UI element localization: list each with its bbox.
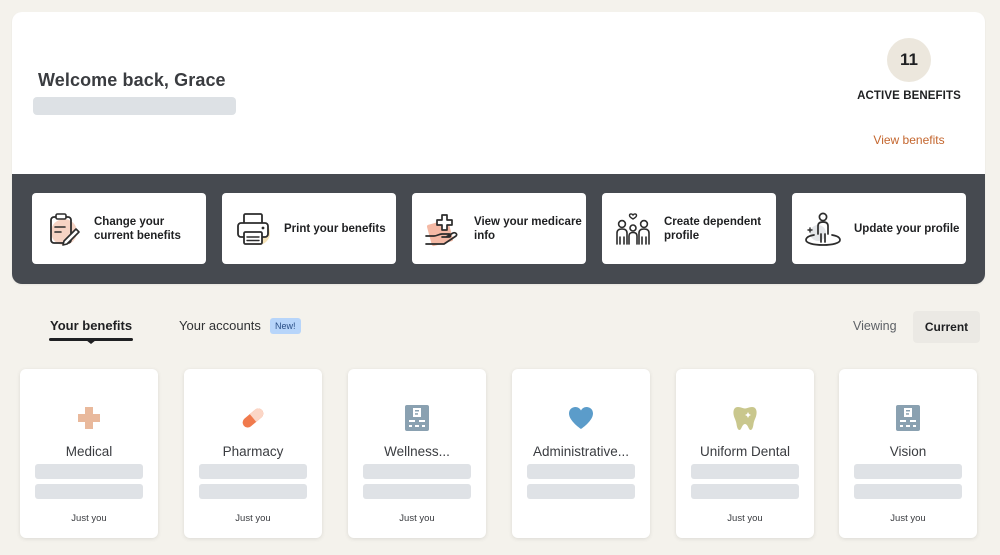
current-filter-button[interactable]: Current [913, 311, 980, 343]
pill-icon [242, 408, 264, 428]
benefit-skeleton-line [854, 464, 962, 479]
active-benefits-label: ACTIVE BENEFITS [857, 90, 961, 102]
benefit-skeleton-line [35, 464, 143, 479]
benefit-title: Wellness... [384, 444, 450, 459]
action-label: View your medicare info [474, 215, 582, 242]
benefit-coverage: Just you [235, 513, 271, 524]
benefit-coverage: Just you [399, 513, 435, 524]
benefit-skeleton-line [199, 464, 307, 479]
tab-your-benefits[interactable]: Your benefits [50, 318, 132, 333]
benefit-coverage: Just you [71, 513, 107, 524]
printer-icon [237, 212, 270, 245]
benefit-skeleton-line [854, 484, 962, 499]
benefit-skeleton-line [527, 464, 635, 479]
benefit-card-uniform-dental[interactable]: Uniform Dental Just you [676, 369, 814, 538]
welcome-title: Welcome back, Grace [38, 70, 226, 90]
benefit-skeleton-line [363, 464, 471, 479]
benefit-card-administrative[interactable]: Administrative... [512, 369, 650, 538]
welcome-subtitle-skeleton [33, 97, 236, 115]
view-medicare-button[interactable]: View your medicare info [412, 193, 586, 264]
medical-cross-icon [78, 407, 100, 429]
benefit-skeleton-line [691, 464, 799, 479]
view-benefits-link[interactable]: View benefits [859, 133, 959, 147]
action-label: Change your current benefits [94, 215, 181, 242]
benefit-card-vision[interactable]: Vision Just you [839, 369, 977, 538]
viewing-label: Viewing [853, 319, 897, 333]
benefit-title: Administrative... [532, 444, 630, 459]
active-tab-caret [86, 340, 96, 344]
print-benefits-button[interactable]: Print your benefits [222, 193, 396, 264]
family-icon [616, 212, 650, 245]
clipboard-edit-icon [50, 212, 80, 246]
benefit-skeleton-line [363, 484, 471, 499]
benefit-coverage: Just you [727, 513, 763, 524]
action-label: Print your benefits [284, 222, 386, 235]
benefit-card-pharmacy[interactable]: Pharmacy Just you [184, 369, 322, 538]
create-dependent-button[interactable]: Create dependent profile [602, 193, 776, 264]
welcome-area: Welcome back, Grace 11 ACTIVE BENEFITS V… [12, 12, 985, 174]
benefit-card-medical[interactable]: Medical Just you [20, 369, 158, 538]
benefit-skeleton-line [35, 484, 143, 499]
action-label: Update your profile [854, 222, 960, 235]
benefit-title: Pharmacy [222, 444, 284, 459]
eye-chart-icon [405, 405, 429, 431]
hand-medical-cross-icon [425, 213, 458, 246]
benefit-coverage: Just you [890, 513, 926, 524]
benefit-title: Vision [889, 444, 927, 459]
welcome-card: Welcome back, Grace 11 ACTIVE BENEFITS V… [12, 12, 985, 284]
quick-actions-band: Change your current benefits Print your … [12, 174, 985, 284]
change-benefits-button[interactable]: Change your current benefits [32, 193, 206, 264]
person-location-icon [805, 212, 841, 246]
benefit-title: Uniform Dental [699, 444, 791, 459]
benefit-title: Medical [65, 444, 113, 459]
benefit-card-wellness[interactable]: Wellness... Just you [348, 369, 486, 538]
action-label: Create dependent profile [664, 215, 762, 242]
tooth-icon [733, 407, 757, 430]
eye-chart-icon [896, 405, 920, 431]
new-badge: New! [270, 318, 301, 334]
active-benefits-count: 11 [887, 38, 931, 82]
benefit-skeleton-line [691, 484, 799, 499]
benefit-skeleton-line [527, 484, 635, 499]
tab-your-accounts[interactable]: Your accounts [179, 318, 261, 333]
benefit-skeleton-line [199, 484, 307, 499]
update-profile-button[interactable]: Update your profile [792, 193, 966, 264]
heart-icon [569, 407, 593, 429]
